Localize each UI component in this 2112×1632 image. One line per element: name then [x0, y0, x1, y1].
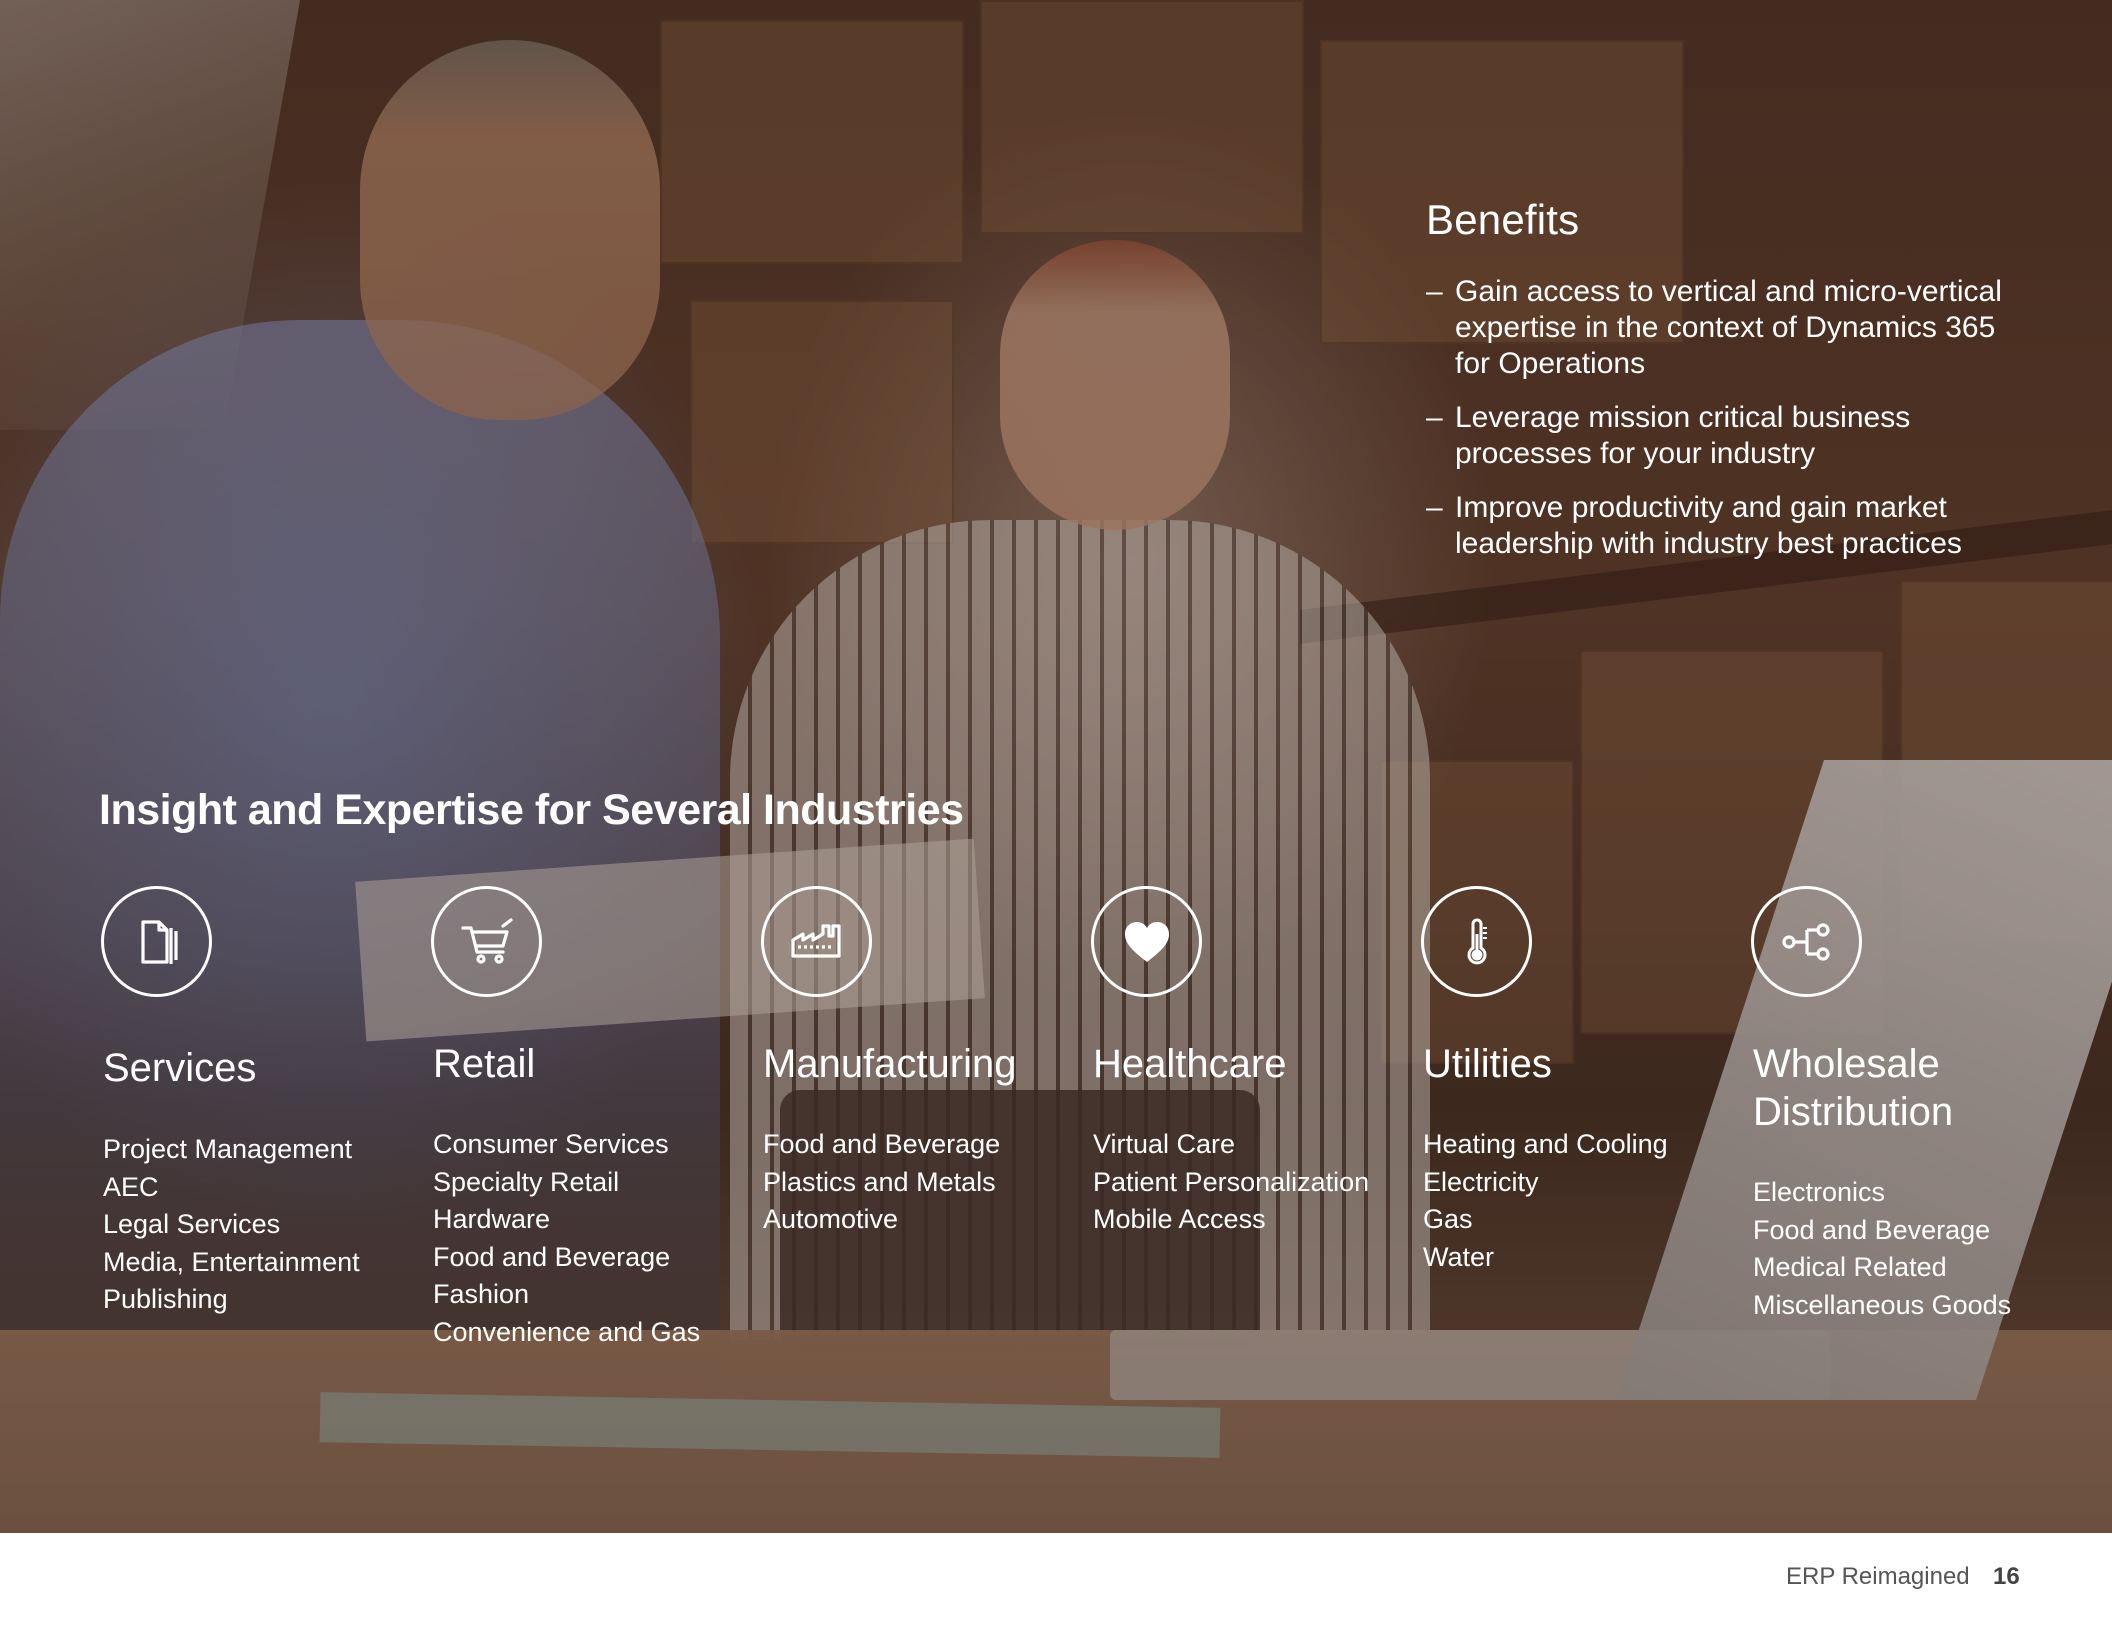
dash-bullet: –: [1426, 491, 1443, 524]
page-number: 16: [1993, 1563, 2020, 1590]
list-item: AEC: [103, 1171, 159, 1202]
industry-retail: Retail Consumer Services Specialty Retai…: [431, 886, 756, 1347]
industry-name: Manufacturing: [763, 1042, 1017, 1086]
industry-sublist: Electronics Food and Beverage Medical Re…: [1753, 1174, 2011, 1324]
industry-name: Healthcare: [1093, 1042, 1287, 1086]
industry-wholesale-distribution: Wholesale Distribution Electronics Food …: [1751, 886, 2076, 1320]
benefit-text: Gain access to vertical and micro-vertic…: [1455, 275, 2002, 380]
heart-icon: [1124, 921, 1169, 962]
industry-utilities: Utilities Heating and Cooling Electricit…: [1421, 886, 1746, 1272]
documents-icon: [140, 919, 178, 964]
dash-bullet: –: [1426, 401, 1443, 434]
industry-sublist: Project Management AEC Legal Services Me…: [103, 1131, 360, 1319]
list-item: Project Management: [103, 1134, 353, 1164]
list-item: Gas: [1423, 1204, 1473, 1234]
industry-name: Services: [103, 1046, 257, 1090]
benefit-item: – Leverage mission critical business proc…: [1426, 400, 2026, 472]
distribution-flow-icon: [1781, 922, 1830, 961]
benefit-item: – Improve productivity and gain market le…: [1426, 490, 2026, 562]
industry-icon-circle: [431, 886, 542, 997]
benefits-panel: Benefits – Gain access to vertical and mi…: [1426, 196, 2026, 580]
list-item: Mobile Access: [1093, 1204, 1266, 1234]
benefits-list: – Gain access to vertical and micro-verti…: [1426, 274, 2026, 562]
industry-sublist: Heating and Cooling Electricity Gas Wate…: [1423, 1126, 1668, 1276]
factory-icon: [790, 923, 841, 958]
list-item: Water: [1423, 1241, 1495, 1272]
list-item: Heating and Cooling: [1423, 1129, 1668, 1159]
industry-icon-circle: [1421, 886, 1532, 997]
section-headline: Insight and Expertise for Several Indust…: [99, 786, 964, 834]
benefit-item: – Gain access to vertical and micro-verti…: [1426, 274, 2026, 382]
list-item: Consumer Services: [433, 1129, 669, 1159]
list-item: Convenience and Gas: [433, 1316, 701, 1347]
shopping-cart-icon: [460, 917, 513, 964]
list-item: Plastics and Metals: [763, 1166, 996, 1197]
list-item: Fashion: [433, 1279, 530, 1309]
list-item: Specialty Retail: [433, 1166, 620, 1197]
industry-services: Services Project Management AEC Legal Se…: [101, 886, 426, 1314]
list-item: Hardware: [433, 1204, 551, 1234]
thermometer-icon: [1467, 918, 1487, 964]
list-item: Patient Personalization: [1093, 1166, 1370, 1197]
industry-sublist: Food and Beverage Plastics and Metals Au…: [763, 1126, 1000, 1239]
footer-document-title: ERP Reimagined: [1786, 1563, 1970, 1590]
list-item: Electricity: [1423, 1166, 1539, 1197]
list-item: Legal Services: [103, 1209, 281, 1239]
list-item: Food and Beverage: [433, 1241, 671, 1272]
list-item: Electronics: [1753, 1177, 1886, 1207]
industry-healthcare: Healthcare Virtual Care Patient Personal…: [1091, 886, 1416, 1234]
list-item: Automotive: [763, 1204, 899, 1234]
hero-photo: Benefits – Gain access to vertical and mi…: [0, 0, 2112, 1533]
list-item: Virtual Care: [1093, 1129, 1236, 1159]
industry-icon-circle: [1751, 886, 1862, 997]
industry-name: Wholesale Distribution: [1753, 1042, 1954, 1134]
benefit-text: Leverage mission critical business proce…: [1455, 401, 1911, 470]
benefits-heading: Benefits: [1426, 196, 1580, 243]
industry-sublist: Virtual Care Patient Personalization Mob…: [1093, 1126, 1369, 1239]
list-item: Food and Beverage: [763, 1129, 1001, 1159]
list-item: Miscellaneous Goods: [1753, 1289, 2012, 1320]
industry-manufacturing: Manufacturing Food and Beverage Plastics…: [761, 886, 1086, 1234]
list-item: Medical Related: [1753, 1252, 1947, 1282]
industry-icon-circle: [761, 886, 872, 997]
industry-sublist: Consumer Services Specialty Retail Hardw…: [433, 1126, 700, 1351]
list-item: Media, Entertainment: [103, 1246, 360, 1277]
list-item: Publishing: [103, 1284, 228, 1314]
industry-icon-circle: [1091, 886, 1202, 997]
list-item: Food and Beverage: [1753, 1214, 1991, 1245]
dash-bullet: –: [1426, 275, 1443, 308]
benefit-text: Improve productivity and gain market lea…: [1455, 491, 1962, 560]
industry-icon-circle: [101, 886, 212, 997]
industry-name: Retail: [433, 1042, 536, 1086]
industry-name: Utilities: [1423, 1042, 1552, 1086]
